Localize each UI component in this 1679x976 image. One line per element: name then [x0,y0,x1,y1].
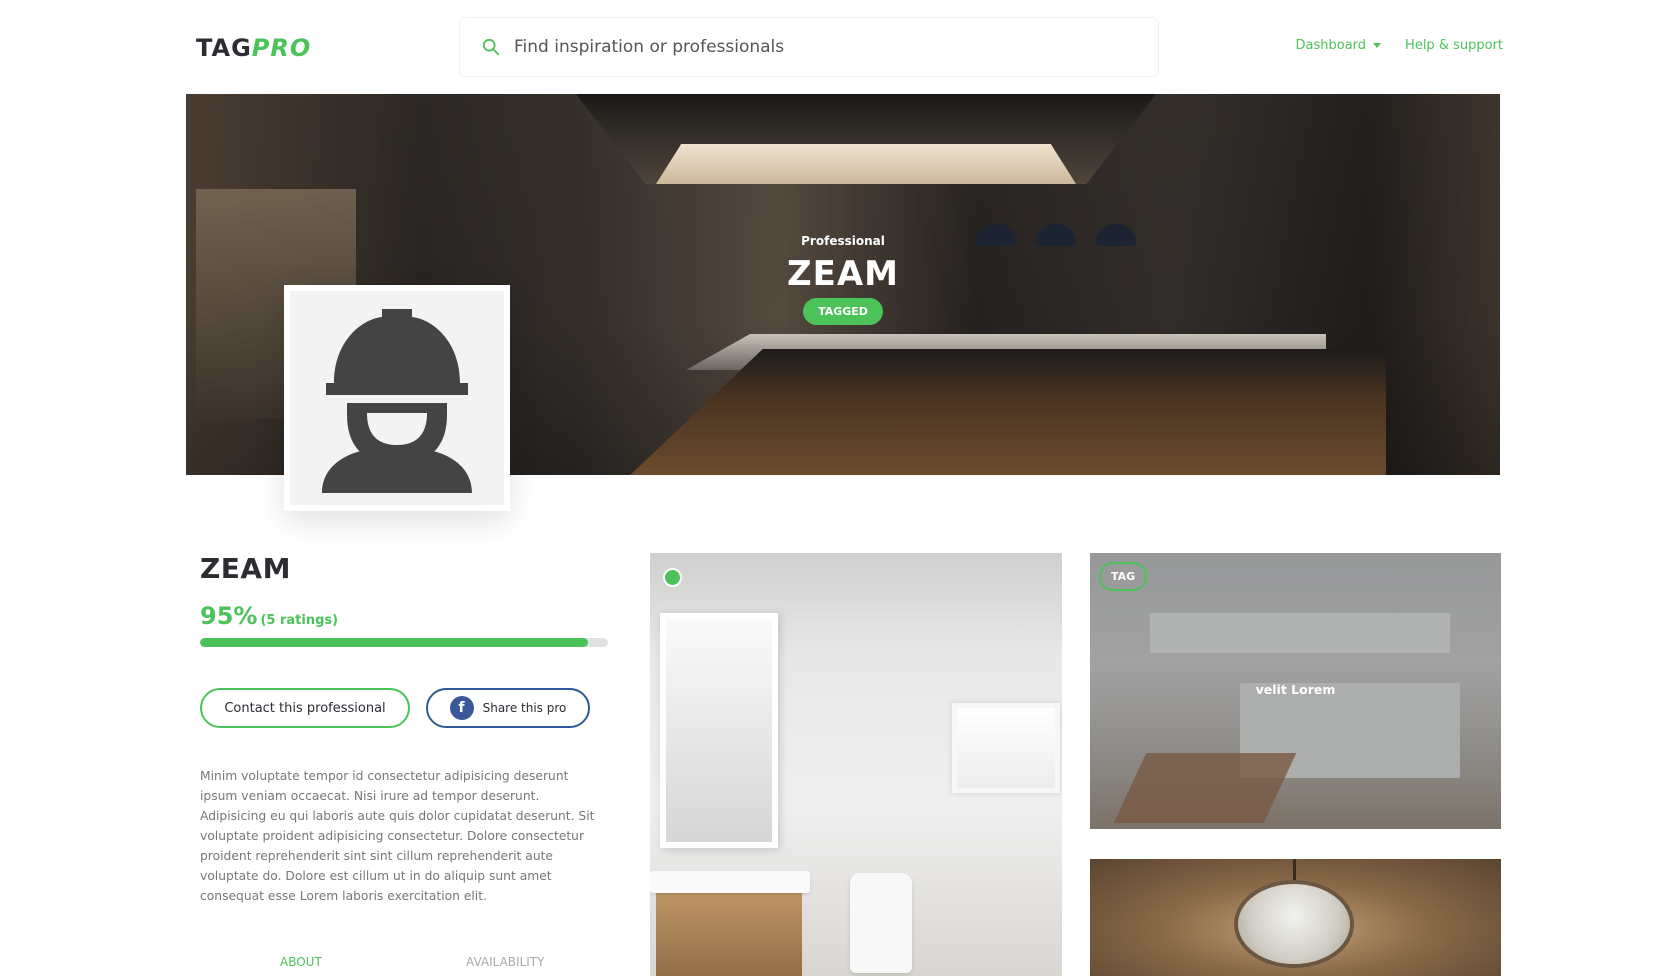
bathroom-window [952,703,1060,793]
rating-progress-bar [200,638,608,647]
search-icon [482,38,500,56]
top-nav: Dashboard Help & support [1296,38,1503,53]
rating-count: (5 ratings) [260,613,339,628]
facebook-icon: f [449,696,474,720]
tagged-badge: TAGGED [803,298,883,325]
rating-percent: 95% [200,602,258,630]
tab-availability[interactable]: AVAILABILITY [466,955,544,969]
tab-about[interactable]: ABOUT [280,955,322,969]
profile-avatar [284,285,510,511]
search-bar[interactable] [459,17,1159,77]
status-dot-icon [663,568,682,587]
kitchen-caption: velit Lorem [1255,682,1336,697]
bathroom-sink [650,871,810,893]
caret-down-icon [1373,43,1382,48]
logo-text-pro: PRO [251,34,312,62]
hero-ceiling-light [656,144,1076,184]
dashboard-label: Dashboard [1295,38,1367,53]
tag-badge[interactable]: TAG [1099,562,1148,591]
avatar-frame [290,291,504,505]
dashboard-dropdown[interactable]: Dashboard [1296,38,1382,53]
gallery-photo-kitchen[interactable]: TAG velit Lorem [1090,553,1501,829]
rating-progress-fill [200,638,588,647]
bathroom-toilet [850,873,912,973]
bathroom-mirror [660,613,778,848]
logo[interactable]: TAGPRO [196,34,311,62]
gallery-photo-bathroom[interactable] [650,553,1062,976]
contact-professional-button[interactable]: Contact this professional [200,688,410,728]
profile-name: ZEAM [200,552,291,585]
search-input[interactable] [514,37,1114,57]
bathroom-vanity [656,883,802,976]
help-support-link[interactable]: Help & support [1405,38,1503,53]
share-label: Share this pro [482,701,567,715]
lamp-shade [1238,884,1350,964]
hero-subtitle: Professional [801,234,885,248]
profile-description: Minim voluptate tempor id consectetur ad… [200,769,595,903]
gallery-photo-lamp[interactable] [1090,859,1501,976]
rating-summary: 95% (5 ratings) [200,602,338,630]
logo-text-tag: TAG [196,34,252,62]
share-pro-button[interactable]: f Share this pro [426,688,590,728]
construction-worker-icon [322,309,472,493]
